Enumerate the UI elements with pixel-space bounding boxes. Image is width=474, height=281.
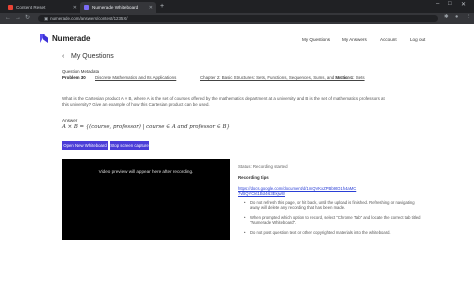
- question-text: What is the Cartesian product A × B, whe…: [62, 96, 385, 107]
- tab-favicon-icon: [84, 5, 89, 10]
- open-new-whiteboard-button[interactable]: Open New Whiteboard: [62, 141, 108, 150]
- nav-account[interactable]: Account: [380, 37, 397, 42]
- video-preview-message: Video preview will appear here after rec…: [98, 169, 194, 174]
- section-link[interactable]: Section 1: Sets: [335, 75, 365, 80]
- recording-tips-link[interactable]: https://docs.google.com/document/d/1mQVK…: [238, 186, 358, 197]
- close-window-icon[interactable]: ✕: [461, 1, 466, 8]
- video-preview: Video preview will appear here after rec…: [62, 159, 230, 240]
- back-chevron-icon[interactable]: ‹: [62, 53, 64, 60]
- nav-my-questions[interactable]: My Questions: [302, 37, 330, 42]
- recording-tips-title: Recording tips: [238, 175, 269, 180]
- answer-text: A × B = {(course, professor) | course ∈ …: [62, 124, 230, 130]
- tab-title: Numerade Whiteboard: [92, 5, 139, 10]
- maximize-icon[interactable]: □: [448, 1, 452, 7]
- recording-status: Status: Recording started: [238, 164, 288, 169]
- stop-screen-capture-button[interactable]: Stop screen capture: [110, 141, 149, 150]
- profile-icon[interactable]: ●: [455, 14, 458, 20]
- new-tab-button[interactable]: +: [160, 3, 164, 11]
- list-item: Do not post question text or other copyr…: [244, 230, 424, 236]
- list-item: Do not refresh this page, or hit back, u…: [244, 200, 424, 211]
- site-header: Numerade My Questions My Answers Account…: [0, 24, 474, 54]
- page-content: Numerade My Questions My Answers Account…: [0, 24, 474, 281]
- forward-arrow-icon[interactable]: →: [15, 14, 21, 23]
- tab-close-icon[interactable]: ✕: [73, 5, 77, 11]
- list-item: When prompted which option to record, se…: [244, 215, 424, 226]
- recording-tips-list: Do not refresh this page, or hit back, u…: [244, 200, 424, 239]
- chapter-link[interactable]: Chapter 2: Basic Structures: Sets, Funct…: [200, 75, 352, 80]
- nav-log-out[interactable]: Log out: [410, 37, 425, 42]
- numerade-logo[interactable]: Numerade: [40, 34, 90, 43]
- browser-address-bar: ← → ↻ ▣ numerade.com/answers/contest/1235…: [0, 13, 474, 24]
- page-title: My Questions: [71, 53, 114, 60]
- url-input[interactable]: ▣ numerade.com/answers/contest/1235X/: [38, 15, 438, 22]
- tab-close-icon[interactable]: ✕: [149, 5, 153, 11]
- browser-tab-numerade-whiteboard[interactable]: Numerade Whiteboard ✕: [80, 2, 156, 13]
- minimize-icon[interactable]: –: [436, 1, 439, 7]
- tab-favicon-icon: [8, 5, 13, 10]
- url-text: numerade.com/answers/contest/1235X/: [50, 16, 128, 21]
- answer-label: Answer: [62, 118, 78, 123]
- lock-icon: ▣: [44, 16, 49, 21]
- brand-name: Numerade: [52, 34, 91, 43]
- back-arrow-icon[interactable]: ←: [5, 14, 11, 23]
- problem-number: Problem 30: [62, 75, 86, 80]
- reload-icon[interactable]: ↻: [25, 14, 30, 23]
- metadata-label: Question Metadata: [62, 69, 100, 74]
- browser-tab-bar: Content Reset ✕ Numerade Whiteboard ✕ + …: [0, 0, 474, 13]
- book-link[interactable]: Discrete Mathematics and Its Application…: [95, 75, 176, 80]
- menu-kebab-icon[interactable]: ⋮: [466, 14, 472, 20]
- tab-title: Content Reset: [16, 5, 46, 10]
- browser-tab-content-reset[interactable]: Content Reset ✕: [4, 2, 80, 13]
- extensions-icon[interactable]: ✱: [444, 14, 449, 20]
- numerade-logo-icon: [40, 34, 49, 43]
- nav-my-answers[interactable]: My Answers: [342, 37, 367, 42]
